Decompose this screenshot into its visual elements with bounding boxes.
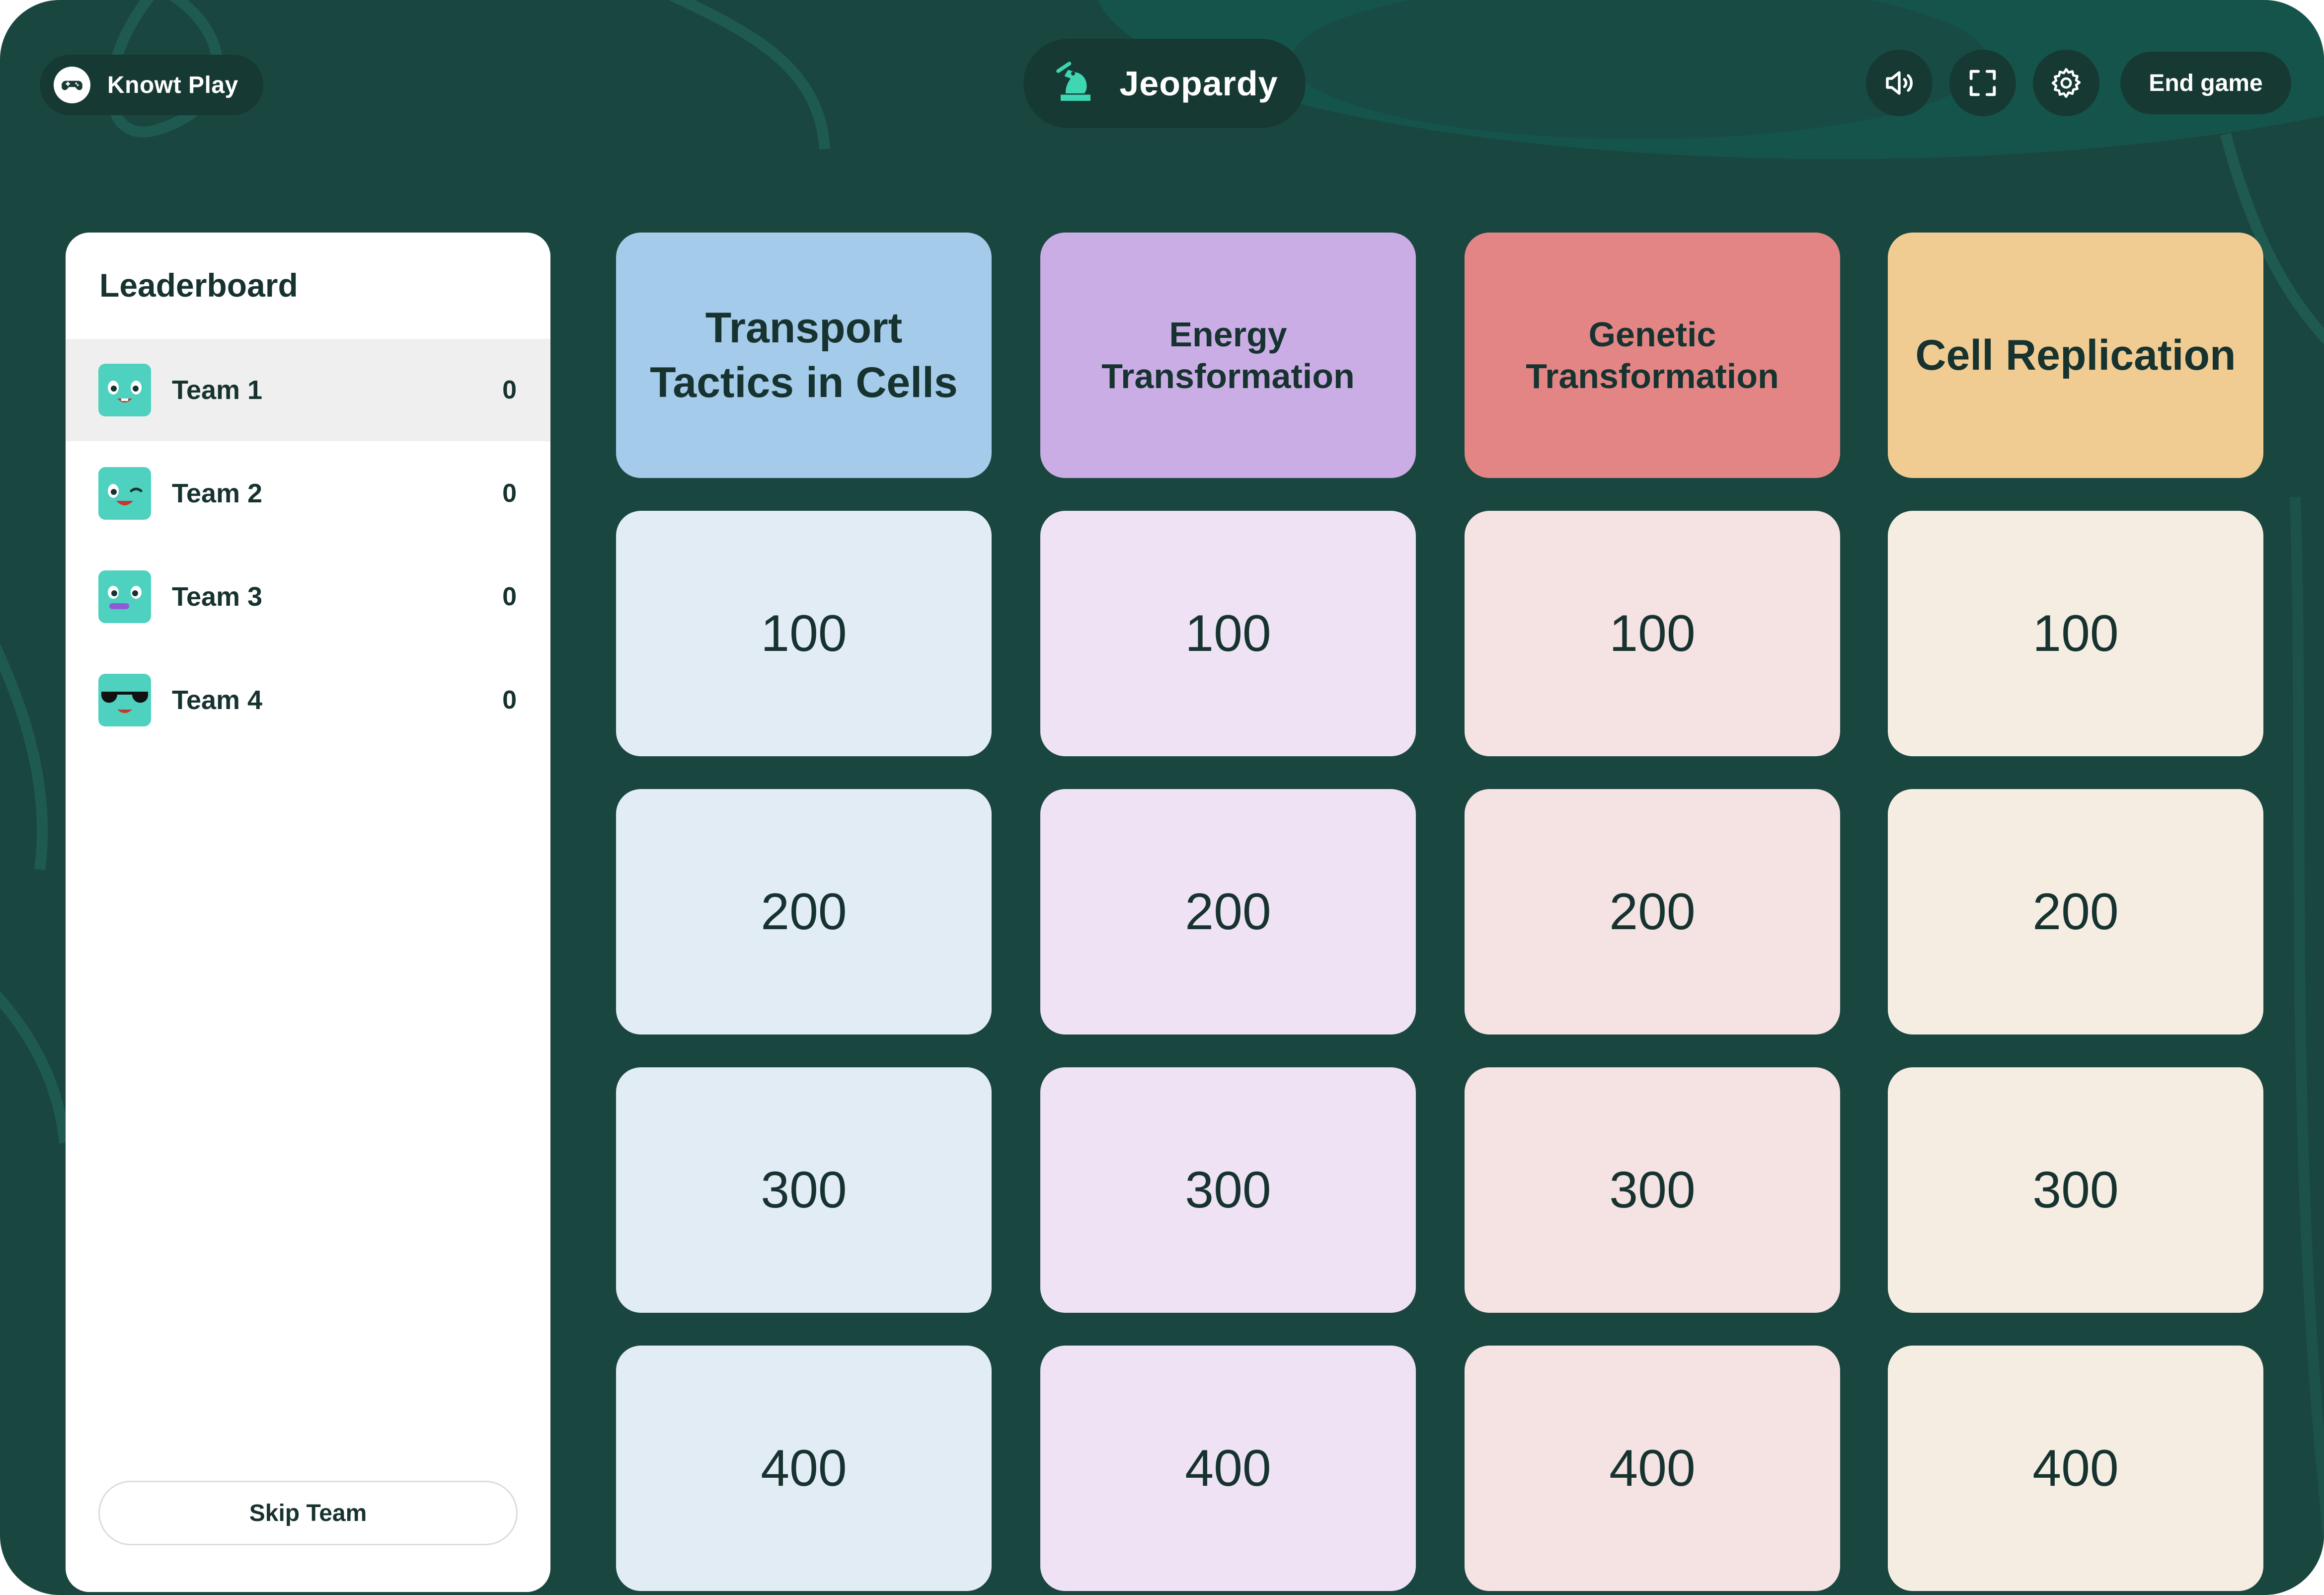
category-header: Transport Tactics in Cells: [616, 233, 992, 478]
end-game-button[interactable]: End game: [2120, 52, 2291, 114]
question-tile[interactable]: 200: [1888, 789, 2263, 1035]
question-tile[interactable]: 100: [616, 511, 992, 756]
settings-button[interactable]: [2033, 50, 2099, 116]
game-screen: Knowt Play Jeopardy End game Leaderboard: [0, 0, 2324, 1595]
gamepad-icon: [54, 67, 90, 103]
team-score: 0: [502, 686, 517, 715]
team-score: 0: [502, 376, 517, 404]
team-score: 0: [502, 479, 517, 508]
team-row-1[interactable]: Team 1 0: [66, 339, 550, 441]
leaderboard-title: Leaderboard: [99, 267, 298, 304]
question-tile[interactable]: 400: [1040, 1346, 1416, 1591]
question-tile[interactable]: 200: [1465, 789, 1840, 1035]
category-header: Energy Transformation: [1040, 233, 1416, 478]
question-tile[interactable]: 300: [1888, 1067, 2263, 1313]
team-row-4[interactable]: Team 4 0: [66, 649, 550, 751]
question-tile[interactable]: 300: [1465, 1067, 1840, 1313]
team-avatar-4: [98, 674, 151, 726]
category-header: Genetic Transformation: [1465, 233, 1840, 478]
game-title: Jeopardy: [1119, 64, 1278, 103]
question-tile[interactable]: 100: [1465, 511, 1840, 756]
team-name: Team 3: [172, 582, 263, 612]
question-tile[interactable]: 200: [616, 789, 992, 1035]
fullscreen-button[interactable]: [1949, 50, 2016, 116]
question-tile[interactable]: 400: [1465, 1346, 1840, 1591]
team-avatar-3: [98, 570, 151, 623]
knowt-play-button[interactable]: Knowt Play: [40, 55, 263, 115]
question-tile[interactable]: 400: [616, 1346, 992, 1591]
team-name: Team 4: [172, 685, 263, 715]
question-tile[interactable]: 100: [1040, 511, 1416, 756]
knowt-play-label: Knowt Play: [107, 72, 238, 98]
team-row-2[interactable]: Team 2 0: [66, 442, 550, 545]
team-score: 0: [502, 582, 517, 611]
team-name: Team 2: [172, 478, 263, 508]
question-tile[interactable]: 400: [1888, 1346, 2263, 1591]
team-row-3[interactable]: Team 3 0: [66, 546, 550, 648]
chess-knight-icon: [1056, 62, 1091, 101]
category-header: Cell Replication: [1888, 233, 2263, 478]
sound-button[interactable]: [1866, 50, 1933, 116]
question-tile[interactable]: 300: [616, 1067, 992, 1313]
team-avatar-2: [98, 467, 151, 520]
game-title-pill: Jeopardy: [1023, 39, 1306, 128]
question-tile[interactable]: 100: [1888, 511, 2263, 756]
skip-team-button[interactable]: Skip Team: [98, 1481, 518, 1545]
team-name: Team 1: [172, 375, 263, 405]
question-tile[interactable]: 300: [1040, 1067, 1416, 1313]
gear-icon: [2051, 68, 2081, 98]
leaderboard-panel: Leaderboard Team 1 0 Team 2 0 Team 3 0 T…: [66, 233, 550, 1592]
team-avatar-1: [98, 364, 151, 416]
question-tile[interactable]: 200: [1040, 789, 1416, 1035]
speaker-icon: [1886, 71, 1913, 95]
fullscreen-icon: [1969, 70, 1996, 96]
